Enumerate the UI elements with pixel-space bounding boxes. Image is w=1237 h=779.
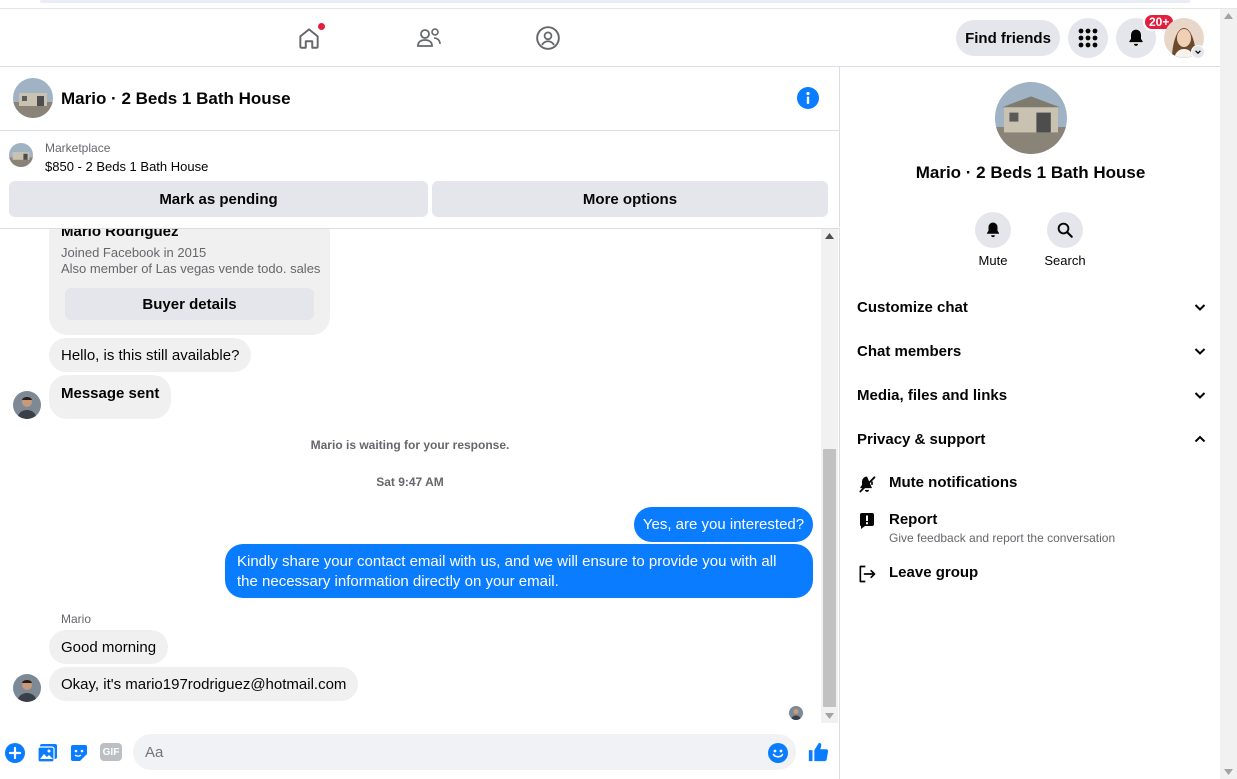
message-composer: GIF <box>0 724 840 779</box>
privacy-support-label: Privacy & support <box>857 430 986 448</box>
conversation-area: Mario Rodriguez Joined Facebook in 2015 … <box>0 228 840 724</box>
sender-avatar[interactable] <box>13 391 41 419</box>
chevron-down-icon <box>1194 392 1206 399</box>
mute-notifications-label: Mute notifications <box>889 474 1018 491</box>
bell-icon[interactable] <box>975 212 1011 248</box>
report-row[interactable]: Report Give feedback and report the conv… <box>857 511 1207 545</box>
message-bubble: Okay, it's mario197rodriguez@hotmail.com <box>49 667 359 701</box>
message-bubble: Good morning <box>49 630 169 664</box>
listing-photo[interactable] <box>995 82 1067 154</box>
mute-notifications-row[interactable]: Mute notifications <box>857 474 1207 494</box>
conversation-details-panel: Mario · 2 Beds 1 Bath House Mute Search … <box>841 67 1220 779</box>
chat-members-label: Chat members <box>857 342 962 360</box>
report-description: Give feedback and report the conversatio… <box>889 531 1116 545</box>
buyer-name: Mario Rodriguez <box>61 228 179 240</box>
waiting-notice: Mario is waiting for your response. <box>310 438 510 452</box>
report-icon <box>857 511 877 531</box>
browser-top-strip <box>0 0 1237 9</box>
buyer-info-card: Mario Rodriguez Joined Facebook in 2015 … <box>49 228 330 335</box>
sticker-icon[interactable] <box>69 743 89 768</box>
chevron-down-icon[interactable] <box>1191 45 1205 59</box>
scroll-up-icon[interactable] <box>1224 13 1233 19</box>
emoji-icon[interactable] <box>768 743 788 768</box>
find-friends-button[interactable]: Find friends <box>956 20 1060 56</box>
leave-icon <box>857 564 877 584</box>
groups-icon[interactable] <box>533 23 563 53</box>
home-notification-dot <box>318 23 325 30</box>
scroll-down-icon[interactable] <box>825 713 834 719</box>
panel-title: Mario · 2 Beds 1 Bath House <box>915 163 1146 182</box>
mute-action[interactable]: Mute <box>963 212 1023 268</box>
mute-label: Mute <box>978 253 1008 268</box>
chevron-down-icon <box>1194 348 1206 355</box>
page-scrollbar[interactable] <box>1220 9 1237 779</box>
chat-members-row[interactable]: Chat members <box>857 331 1207 371</box>
scroll-up-icon[interactable] <box>825 233 834 239</box>
chevron-down-icon <box>1194 304 1206 311</box>
photo-icon[interactable] <box>37 743 58 768</box>
search-action[interactable]: Search <box>1035 212 1095 268</box>
chevron-up-icon <box>1194 435 1206 443</box>
sent-message-bubble: Yes, are you interested? <box>634 507 813 542</box>
message-bubble: Hello, is this still available? <box>49 338 252 372</box>
scroll-thumb[interactable] <box>823 449 836 707</box>
customize-chat-row[interactable]: Customize chat <box>857 287 1207 327</box>
message-input[interactable] <box>133 734 796 770</box>
gif-icon[interactable]: GIF <box>100 743 122 761</box>
sent-message-bubble: Kindly share your contact email with us,… <box>225 544 813 598</box>
chat-header: Mario · 2 Beds 1 Bath House <box>0 67 840 131</box>
friends-icon[interactable] <box>414 23 444 53</box>
grid-menu-icon[interactable] <box>1068 18 1108 58</box>
sender-name: Mario <box>61 612 92 626</box>
info-icon[interactable] <box>797 87 819 109</box>
plus-circle-icon[interactable] <box>5 743 25 768</box>
timestamp: Sat 9:47 AM <box>376 475 444 489</box>
buyer-joined: Joined Facebook in 2015 <box>61 245 207 260</box>
marketplace-bar: Marketplace $850 - 2 Beds 1 Bath House M… <box>0 131 840 227</box>
bell-off-icon <box>857 474 877 494</box>
report-label: Report <box>889 511 938 528</box>
buyer-details-button[interactable]: Buyer details <box>65 288 314 320</box>
chat-title: Mario · 2 Beds 1 Bath House <box>61 89 291 108</box>
sender-avatar[interactable] <box>13 674 41 702</box>
marketplace-thumbnail <box>9 143 33 167</box>
listing-thumbnail[interactable] <box>13 78 53 118</box>
search-icon[interactable] <box>1047 212 1083 248</box>
search-label: Search <box>1044 253 1086 268</box>
listing-price-title[interactable]: $850 - 2 Beds 1 Bath House <box>45 159 208 174</box>
mark-as-pending-button[interactable]: Mark as pending <box>9 181 428 217</box>
media-files-label: Media, files and links <box>857 386 1008 404</box>
thumbs-up-icon[interactable] <box>807 741 829 768</box>
media-files-row[interactable]: Media, files and links <box>857 375 1207 415</box>
leave-group-row[interactable]: Leave group <box>857 564 1207 584</box>
message-bubble: Message sent <box>49 375 172 419</box>
privacy-support-row[interactable]: Privacy & support <box>857 419 1207 459</box>
buyer-member-of: Also member of Las vegas vende todo. sal… <box>61 261 321 276</box>
marketplace-label: Marketplace <box>45 141 111 155</box>
scroll-down-icon[interactable] <box>1224 769 1233 775</box>
more-options-button[interactable]: More options <box>432 181 828 217</box>
global-nav: Find friends 20+ <box>0 9 1220 67</box>
leave-group-label: Leave group <box>889 564 979 581</box>
conversation-scrollbar[interactable] <box>821 229 838 723</box>
read-receipt-avatar <box>789 706 803 720</box>
customize-chat-label: Customize chat <box>857 298 968 316</box>
